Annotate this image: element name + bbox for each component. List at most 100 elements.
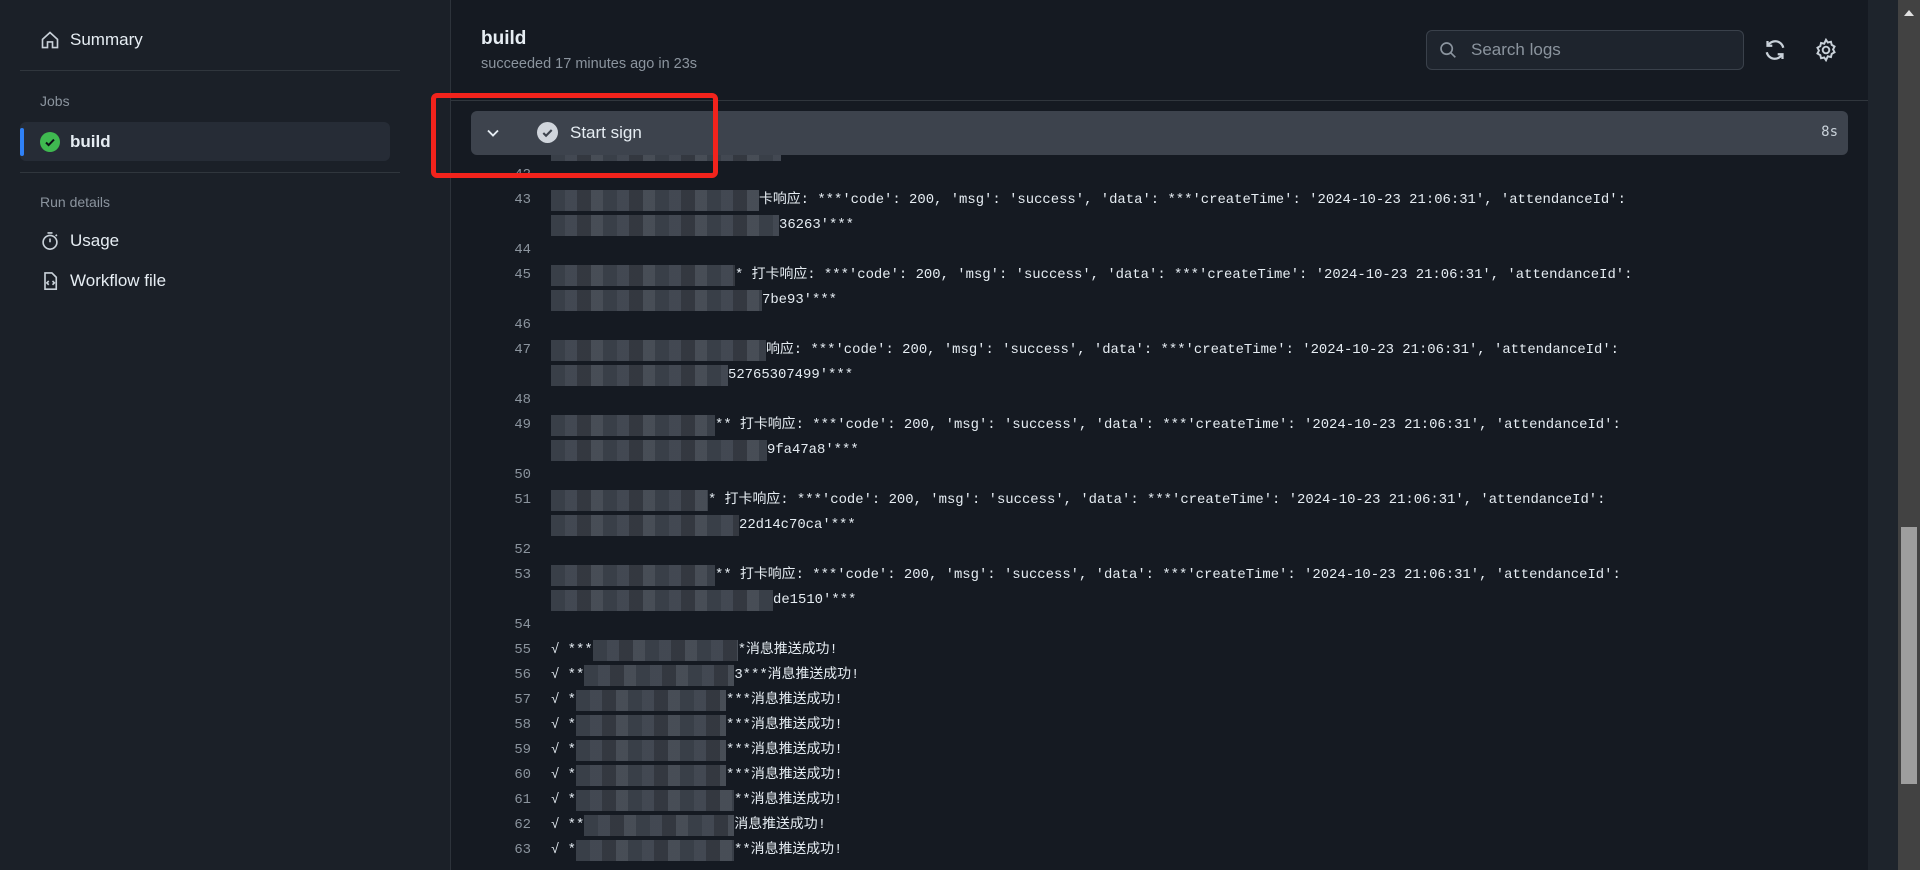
search-icon bbox=[1440, 42, 1456, 58]
success-check-icon bbox=[40, 131, 60, 152]
log-line: 54 bbox=[451, 613, 1868, 638]
log-message: de1510'*** bbox=[773, 592, 857, 608]
log-line: 51 * 打卡响应: ***'code': 200, 'msg': 'succes… bbox=[451, 488, 1868, 513]
run-details-heading: Run details bbox=[40, 194, 111, 210]
line-number[interactable]: 56 bbox=[451, 663, 531, 688]
line-number[interactable]: 48 bbox=[451, 388, 531, 413]
file-code-icon bbox=[44, 272, 58, 290]
log-text: √ ** 消息推送成功! bbox=[551, 813, 826, 838]
line-number[interactable]: 58 bbox=[451, 713, 531, 738]
log-prefix: √ * bbox=[551, 792, 577, 808]
line-number[interactable]: 44 bbox=[451, 238, 531, 263]
sidebar-item-summary[interactable]: Summary bbox=[40, 30, 143, 50]
redacted-blur bbox=[551, 490, 708, 511]
log-line: 59 √ * ***消息推送成功! bbox=[451, 738, 1868, 763]
line-number[interactable]: 57 bbox=[451, 688, 531, 713]
log-line: de1510'*** bbox=[451, 588, 1868, 613]
scrollbar-thumb[interactable] bbox=[1901, 527, 1917, 784]
search-logs-field[interactable] bbox=[1426, 30, 1744, 70]
line-number[interactable]: 54 bbox=[451, 613, 531, 638]
log-line: 43 卡响应: ***'code': 200, 'msg': 'success',… bbox=[451, 188, 1868, 213]
log-text: * 打卡响应: ***'code': 200, 'msg': 'success'… bbox=[551, 263, 1632, 288]
log-message: 卡响应: ***'code': 200, 'msg': 'success', '… bbox=[759, 192, 1626, 208]
line-number[interactable]: 45 bbox=[451, 263, 531, 288]
line-number[interactable]: 46 bbox=[451, 313, 531, 338]
line-number[interactable]: 60 bbox=[451, 763, 531, 788]
log-line: 50 bbox=[451, 463, 1868, 488]
redacted-blur bbox=[551, 215, 779, 236]
log-line: 62 √ ** 消息推送成功! bbox=[451, 813, 1868, 838]
log-text: 9fa47a8'*** bbox=[551, 438, 859, 463]
log-prefix: √ * bbox=[551, 717, 577, 733]
log-line: 52765307499'*** bbox=[451, 363, 1868, 388]
line-number[interactable]: 49 bbox=[451, 413, 531, 438]
page-title: build bbox=[481, 28, 527, 49]
log-message: 36263'*** bbox=[779, 217, 855, 233]
line-number[interactable]: 63 bbox=[451, 838, 531, 863]
redacted-blur bbox=[551, 440, 767, 461]
line-number[interactable]: 51 bbox=[451, 488, 531, 513]
log-line: 47 响应: ***'code': 200, 'msg': 'success', … bbox=[451, 338, 1868, 363]
log-message: **消息推送成功! bbox=[734, 792, 843, 808]
scrollbar[interactable] bbox=[1898, 0, 1920, 870]
sidebar-item-build[interactable]: build bbox=[20, 122, 390, 161]
log-line: 55 √ *** *消息推送成功! bbox=[451, 638, 1868, 663]
redacted-blur bbox=[584, 665, 735, 686]
redacted-blur bbox=[576, 840, 735, 861]
log-line: 22d14c70ca'*** bbox=[451, 513, 1868, 538]
log-message: ***消息推送成功! bbox=[726, 742, 843, 758]
line-number[interactable]: 43 bbox=[451, 188, 531, 213]
redacted-blur bbox=[551, 415, 715, 436]
gear-icon[interactable] bbox=[1814, 38, 1838, 62]
line-number[interactable]: 61 bbox=[451, 788, 531, 813]
refresh-icon[interactable] bbox=[1763, 38, 1787, 62]
redacted-blur bbox=[592, 640, 738, 661]
log-text: 22d14c70ca'*** bbox=[551, 513, 856, 538]
redacted-blur bbox=[551, 590, 773, 611]
log-message: ***消息推送成功! bbox=[726, 692, 843, 708]
redacted-blur bbox=[584, 815, 735, 836]
step-duration: 8s bbox=[1821, 124, 1838, 140]
log-text: √ * ***消息推送成功! bbox=[551, 763, 843, 788]
log-message: ** 打卡响应: ***'code': 200, 'msg': 'success… bbox=[715, 417, 1621, 433]
line-number[interactable]: 52 bbox=[451, 538, 531, 563]
jobs-heading: Jobs bbox=[40, 93, 70, 109]
log-message: **消息推送成功! bbox=[734, 842, 843, 858]
line-number[interactable]: 59 bbox=[451, 738, 531, 763]
job-status-text: succeeded 17 minutes ago in 23s bbox=[481, 56, 698, 72]
log-text: √ * ***消息推送成功! bbox=[551, 713, 843, 738]
log-text: * 打卡响应: ***'code': 200, 'msg': 'success'… bbox=[551, 488, 1605, 513]
log-line: 57 √ * ***消息推送成功! bbox=[451, 688, 1868, 713]
log-text: √ * **消息推送成功! bbox=[551, 838, 842, 863]
line-number[interactable]: 47 bbox=[451, 338, 531, 363]
log-message: 响应: ***'code': 200, 'msg': 'success', 'd… bbox=[766, 342, 1620, 358]
log-prefix: √ ** bbox=[551, 817, 585, 833]
line-number[interactable]: 53 bbox=[451, 563, 531, 588]
log-prefix: √ * bbox=[551, 742, 577, 758]
scroll-up-arrow-icon[interactable] bbox=[1904, 10, 1914, 16]
log-line: 56 √ ** 3***消息推送成功! bbox=[451, 663, 1868, 688]
line-number[interactable]: 62 bbox=[451, 813, 531, 838]
log-text: de1510'*** bbox=[551, 588, 856, 613]
log-line: 46 bbox=[451, 313, 1868, 338]
redacted-blur bbox=[551, 340, 766, 361]
log-line: 58 √ * ***消息推送成功! bbox=[451, 713, 1868, 738]
log-line: 45 * 打卡响应: ***'code': 200, 'msg': 'succes… bbox=[451, 263, 1868, 288]
sidebar-item-usage[interactable]: Usage bbox=[40, 231, 119, 251]
log-message: 7be93'*** bbox=[762, 292, 838, 308]
sidebar-item-workflow-file[interactable]: Workflow file bbox=[40, 271, 166, 291]
redacted-blur bbox=[576, 715, 727, 736]
log-text: 52765307499'*** bbox=[551, 363, 853, 388]
line-number[interactable]: 55 bbox=[451, 638, 531, 663]
log-text: 卡响应: ***'code': 200, 'msg': 'success', '… bbox=[551, 188, 1626, 213]
log-line: 61 √ * **消息推送成功! bbox=[451, 788, 1868, 813]
log-text: √ * ***消息推送成功! bbox=[551, 688, 843, 713]
log-line: 49 ** 打卡响应: ***'code': 200, 'msg': 'succe… bbox=[451, 413, 1868, 438]
log-line: 53 ** 打卡响应: ***'code': 200, 'msg': 'succe… bbox=[451, 563, 1868, 588]
sidebar-item-label: Summary bbox=[70, 30, 143, 49]
search-logs-input[interactable] bbox=[1469, 39, 1713, 61]
line-number[interactable]: 50 bbox=[451, 463, 531, 488]
log-message: *消息推送成功! bbox=[737, 642, 838, 658]
divider bbox=[20, 70, 400, 71]
log-text: 36263'*** bbox=[551, 213, 854, 238]
